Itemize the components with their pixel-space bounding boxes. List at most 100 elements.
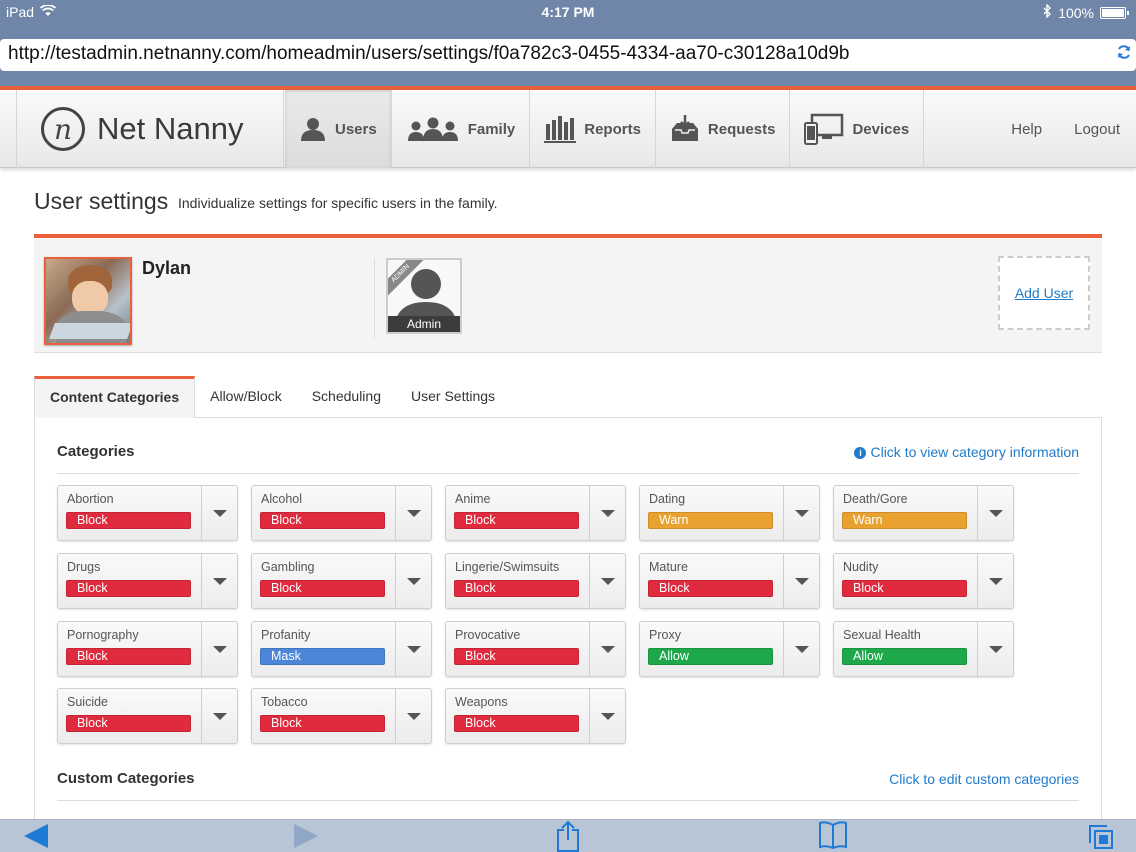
category-setting-badge[interactable]: Allow <box>842 648 967 665</box>
category-name: Profanity <box>261 628 311 642</box>
category-death-gore[interactable]: Death/Gore Warn <box>833 485 1014 541</box>
category-lingerie-swimsuits[interactable]: Lingerie/Swimsuits Block <box>445 553 626 609</box>
category-abortion[interactable]: Abortion Block <box>57 485 238 541</box>
chevron-down-icon[interactable] <box>395 689 432 743</box>
chevron-down-icon[interactable] <box>395 486 432 540</box>
category-setting-badge[interactable]: Block <box>648 580 773 597</box>
chevron-down-icon[interactable] <box>201 554 238 608</box>
logout-link[interactable]: Logout <box>1058 121 1136 138</box>
category-setting-badge[interactable]: Block <box>260 580 385 597</box>
category-weapons[interactable]: Weapons Block <box>445 688 626 744</box>
category-alcohol[interactable]: Alcohol Block <box>251 485 432 541</box>
chevron-down-icon[interactable] <box>977 486 1014 540</box>
back-arrow-icon[interactable] <box>22 823 50 852</box>
category-name: Suicide <box>67 695 108 709</box>
logo[interactable]: n Net Nanny <box>16 90 284 168</box>
chevron-down-icon[interactable] <box>977 554 1014 608</box>
category-tobacco[interactable]: Tobacco Block <box>251 688 432 744</box>
share-icon[interactable] <box>556 820 580 852</box>
category-pornography[interactable]: Pornography Block <box>57 621 238 677</box>
category-setting-badge[interactable]: Block <box>66 648 191 665</box>
category-proxy[interactable]: Proxy Allow <box>639 621 820 677</box>
chevron-down-icon[interactable] <box>589 486 626 540</box>
category-setting-badge[interactable]: Block <box>842 580 967 597</box>
content-categories-panel: Categories i Click to view category infor… <box>34 417 1102 837</box>
nav-devices[interactable]: Devices <box>790 90 925 168</box>
category-setting-badge[interactable]: Warn <box>648 512 773 529</box>
nav-requests[interactable]: Requests <box>656 90 791 168</box>
categories-divider <box>57 473 1079 474</box>
chevron-down-icon[interactable] <box>589 689 626 743</box>
battery-icon <box>1100 6 1129 19</box>
browser-chrome: http://testadmin.netnanny.com/homeadmin/… <box>0 24 1136 86</box>
category-name: Anime <box>455 492 491 506</box>
devices-icon <box>804 113 844 145</box>
tab-user-settings[interactable]: User Settings <box>396 376 510 418</box>
category-setting-badge[interactable]: Block <box>66 715 191 732</box>
category-anime[interactable]: Anime Block <box>445 485 626 541</box>
category-setting-badge[interactable]: Block <box>260 512 385 529</box>
chevron-down-icon[interactable] <box>201 689 238 743</box>
bookmarks-icon[interactable] <box>818 821 848 852</box>
status-bar: iPad 4:17 PM 100% <box>0 0 1136 24</box>
category-gambling[interactable]: Gambling Block <box>251 553 432 609</box>
tab-content-categories[interactable]: Content Categories <box>34 376 196 418</box>
page-subtitle: Individualize settings for specific user… <box>178 195 498 211</box>
help-link[interactable]: Help <box>995 121 1058 138</box>
chevron-down-icon[interactable] <box>783 486 820 540</box>
category-profanity[interactable]: Profanity Mask <box>251 621 432 677</box>
category-provocative[interactable]: Provocative Block <box>445 621 626 677</box>
url-text[interactable]: http://testadmin.netnanny.com/homeadmin/… <box>8 43 849 64</box>
chevron-down-icon[interactable] <box>201 486 238 540</box>
category-mature[interactable]: Mature Block <box>639 553 820 609</box>
category-dating[interactable]: Dating Warn <box>639 485 820 541</box>
avatar-tablet <box>49 323 130 339</box>
nav-reports[interactable]: Reports <box>530 90 656 168</box>
chevron-down-icon[interactable] <box>783 554 820 608</box>
category-name: Gambling <box>261 560 315 574</box>
nav-reports-label: Reports <box>584 120 641 138</box>
category-nudity[interactable]: Nudity Block <box>833 553 1014 609</box>
user-avatar-dylan[interactable] <box>44 257 132 345</box>
chevron-down-icon[interactable] <box>395 554 432 608</box>
category-setting-badge[interactable]: Mask <box>260 648 385 665</box>
category-drugs[interactable]: Drugs Block <box>57 553 238 609</box>
nav-users[interactable]: Users <box>285 90 392 168</box>
bar-chart-icon <box>544 114 577 144</box>
category-setting-badge[interactable]: Block <box>454 580 579 597</box>
category-setting-badge[interactable]: Allow <box>648 648 773 665</box>
logo-mark-icon: n <box>41 107 85 151</box>
chevron-down-icon[interactable] <box>201 622 238 676</box>
nav-users-label: Users <box>335 120 377 138</box>
chevron-down-icon[interactable] <box>977 622 1014 676</box>
category-setting-badge[interactable]: Block <box>260 715 385 732</box>
reload-icon[interactable] <box>1116 43 1132 67</box>
category-setting-badge[interactable]: Block <box>454 715 579 732</box>
category-info-link[interactable]: i Click to view category information <box>854 444 1079 460</box>
nav-family-label: Family <box>467 120 516 138</box>
category-setting-badge[interactable]: Warn <box>842 512 967 529</box>
category-name: Drugs <box>67 560 101 574</box>
url-bar[interactable]: http://testadmin.netnanny.com/homeadmin/… <box>0 39 1136 71</box>
add-user-button[interactable]: Add User <box>998 256 1090 330</box>
category-setting-badge[interactable]: Block <box>454 512 579 529</box>
chevron-down-icon[interactable] <box>783 622 820 676</box>
admin-avatar[interactable]: ADMIN Admin <box>386 258 462 334</box>
category-setting-badge[interactable]: Block <box>66 512 191 529</box>
category-name: Tobacco <box>261 695 308 709</box>
tabs-icon[interactable] <box>1088 824 1114 852</box>
forward-arrow-icon[interactable] <box>292 823 320 852</box>
tab-allow-block[interactable]: Allow/Block <box>195 376 297 418</box>
category-sexual-health[interactable]: Sexual Health Allow <box>833 621 1014 677</box>
chevron-down-icon[interactable] <box>589 554 626 608</box>
category-info-link-text[interactable]: Click to view category information <box>870 444 1079 460</box>
category-setting-badge[interactable]: Block <box>454 648 579 665</box>
category-setting-badge[interactable]: Block <box>66 580 191 597</box>
clock: 4:17 PM <box>541 4 595 20</box>
category-suicide[interactable]: Suicide Block <box>57 688 238 744</box>
chevron-down-icon[interactable] <box>589 622 626 676</box>
chevron-down-icon[interactable] <box>395 622 432 676</box>
tab-scheduling[interactable]: Scheduling <box>297 376 396 418</box>
nav-family[interactable]: Family <box>392 90 531 168</box>
edit-custom-categories-link[interactable]: Click to edit custom categories <box>889 771 1079 787</box>
